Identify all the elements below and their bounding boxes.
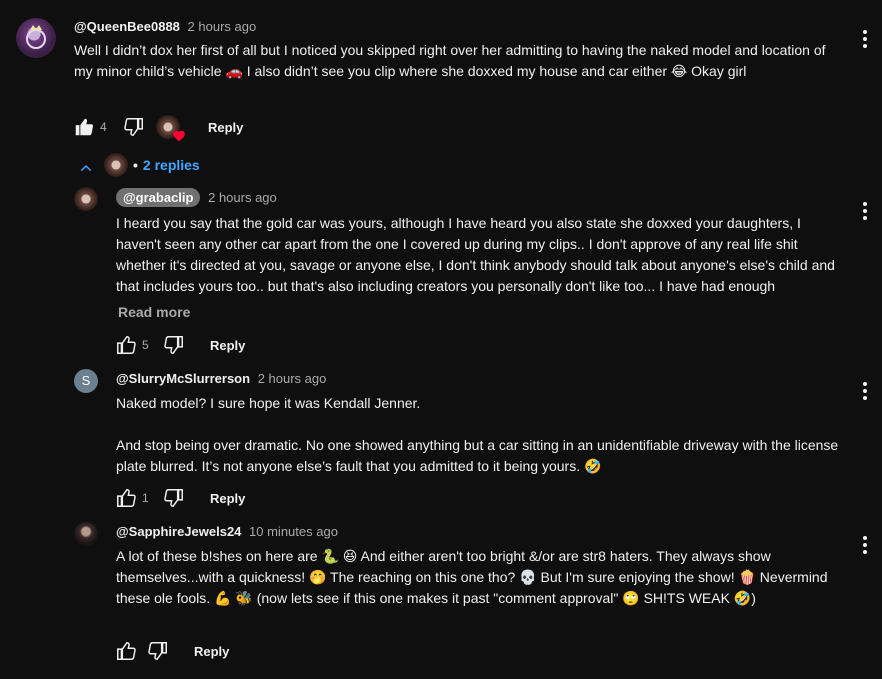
like-icon xyxy=(117,642,136,660)
avatar[interactable] xyxy=(74,522,98,546)
avatar[interactable] xyxy=(74,187,98,211)
more-vert-icon[interactable] xyxy=(862,202,868,222)
reply-button[interactable]: Reply xyxy=(208,120,243,135)
like-count: 5 xyxy=(142,338,149,352)
reply-author[interactable]: @grabaclip xyxy=(116,188,201,207)
chevron-up-icon xyxy=(80,164,92,171)
reply-header: @SlurryMcSlurrerson 2 hours ago xyxy=(116,371,326,386)
comment-text: Well I didn’t dox her first of all but I… xyxy=(74,42,830,79)
like-button[interactable] xyxy=(114,639,138,663)
avatar[interactable]: S xyxy=(74,369,98,393)
reply-actions: Reply xyxy=(114,639,229,663)
like-count: 1 xyxy=(142,491,149,505)
creator-heart-badge xyxy=(156,115,185,142)
replier-avatar xyxy=(104,153,128,177)
reply-time[interactable]: 10 minutes ago xyxy=(249,524,338,539)
replies-count-label: 2 replies xyxy=(142,157,200,173)
reply-actions: 5 Reply xyxy=(114,333,245,357)
heart-icon xyxy=(173,130,185,142)
dislike-icon xyxy=(148,642,167,660)
dislike-icon xyxy=(164,489,183,507)
reply-header: @SapphireJewels24 10 minutes ago xyxy=(116,524,338,539)
comment-time[interactable]: 2 hours ago xyxy=(188,19,257,34)
more-vert-icon[interactable] xyxy=(862,382,868,402)
more-vert-icon[interactable] xyxy=(862,536,868,556)
like-button[interactable] xyxy=(114,333,138,357)
like-icon xyxy=(75,118,94,136)
reply-text: I heard you say that the gold car was yo… xyxy=(116,215,839,294)
reply-time[interactable]: 2 hours ago xyxy=(208,190,277,205)
more-vert-icon[interactable] xyxy=(862,30,868,50)
reply-button[interactable]: Reply xyxy=(210,491,245,506)
like-button[interactable] xyxy=(114,486,138,510)
dislike-button[interactable] xyxy=(146,639,170,663)
reply-time[interactable]: 2 hours ago xyxy=(258,371,327,386)
like-icon xyxy=(117,336,136,354)
dislike-button[interactable] xyxy=(162,486,186,510)
comment-header: @QueenBee0888 2 hours ago xyxy=(74,19,256,34)
reply-author[interactable]: @SapphireJewels24 xyxy=(116,524,241,539)
reply-author[interactable]: @SlurryMcSlurrerson xyxy=(116,371,250,386)
comment-actions: 4 Reply xyxy=(72,115,243,142)
dislike-button[interactable] xyxy=(122,115,146,139)
like-count: 4 xyxy=(100,120,107,134)
dot-separator: • xyxy=(133,157,138,173)
comment-author[interactable]: @QueenBee0888 xyxy=(74,19,180,34)
avatar[interactable] xyxy=(16,18,56,58)
reply-text: A lot of these b!shes on here are 🐍 😆 An… xyxy=(116,548,832,606)
dislike-icon xyxy=(164,336,183,354)
reply-header: @grabaclip 2 hours ago xyxy=(116,188,277,207)
like-button[interactable] xyxy=(72,115,96,139)
dislike-icon xyxy=(124,118,143,136)
replies-toggle[interactable]: • 2 replies xyxy=(78,153,200,177)
reply-text: Naked model? I sure hope it was Kendall … xyxy=(116,395,839,474)
reply-actions: 1 Reply xyxy=(114,486,245,510)
read-more-link[interactable]: Read more xyxy=(118,304,190,320)
reply-button[interactable]: Reply xyxy=(194,644,229,659)
dislike-button[interactable] xyxy=(162,333,186,357)
like-icon xyxy=(117,489,136,507)
reply-button[interactable]: Reply xyxy=(210,338,245,353)
